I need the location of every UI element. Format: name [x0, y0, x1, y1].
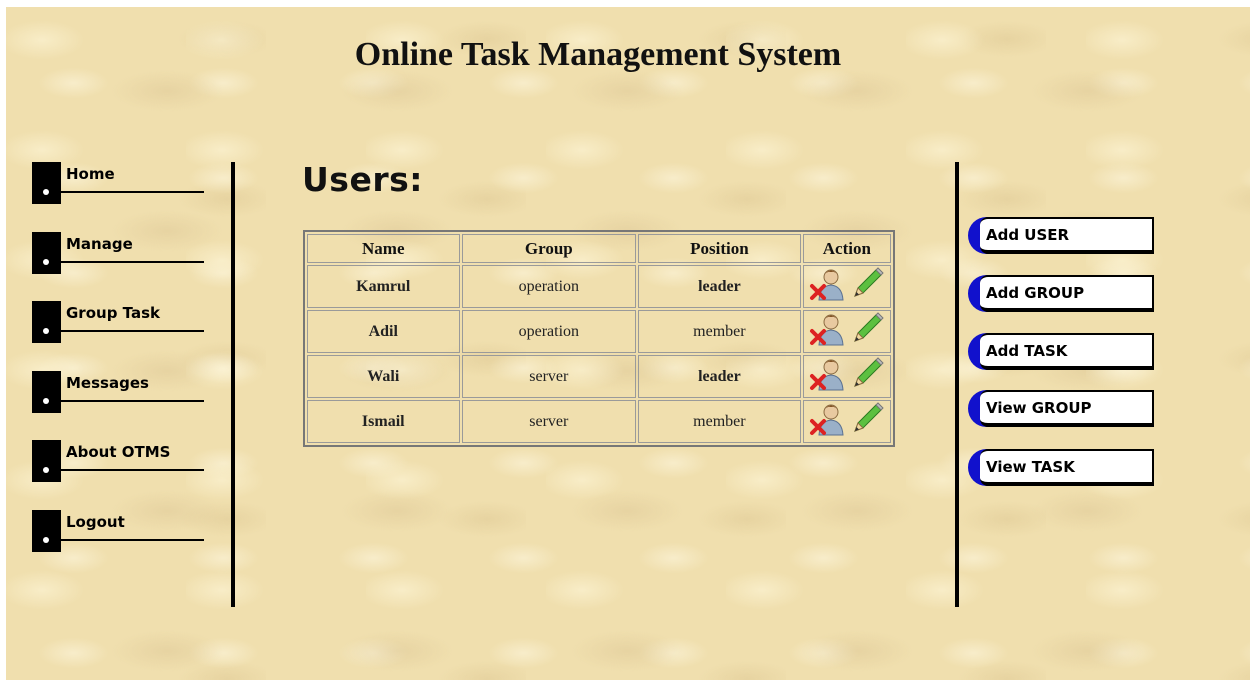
- user-name: Kamrul: [307, 265, 460, 308]
- button-label[interactable]: View TASK: [986, 458, 1075, 476]
- button-label[interactable]: Add TASK: [986, 342, 1067, 360]
- delete-user-icon[interactable]: [809, 401, 845, 437]
- nav-label[interactable]: Messages: [66, 374, 149, 392]
- nav-item-about[interactable]: About OTMS: [32, 440, 204, 482]
- add-task-button[interactable]: Add TASK: [968, 333, 1156, 370]
- user-actions: [802, 265, 891, 308]
- user-name: Adil: [307, 310, 460, 353]
- column-header-action: Action: [802, 234, 891, 263]
- view-group-button[interactable]: View GROUP: [968, 390, 1156, 427]
- nav-underline: [46, 191, 204, 193]
- nav-dot: [43, 467, 49, 473]
- user-position: leader: [638, 265, 801, 308]
- left-divider: [231, 162, 235, 607]
- nav-label[interactable]: About OTMS: [66, 443, 170, 461]
- nav-marker: [32, 371, 61, 413]
- user-position: member: [638, 310, 801, 353]
- right-divider: [955, 162, 959, 607]
- nav-item-manage[interactable]: Manage: [32, 232, 204, 274]
- nav-marker: [32, 162, 61, 204]
- nav-item-home[interactable]: Home: [32, 162, 204, 204]
- nav-dot: [43, 259, 49, 265]
- nav-item-logout[interactable]: Logout: [32, 510, 204, 552]
- table-row: Kamrul operation leader: [307, 265, 891, 308]
- user-group: server: [461, 400, 637, 443]
- view-task-button[interactable]: View TASK: [968, 449, 1156, 486]
- user-position: member: [638, 400, 801, 443]
- user-group: server: [461, 355, 637, 398]
- nav-item-messages[interactable]: Messages: [32, 371, 204, 413]
- delete-user-icon[interactable]: [809, 266, 845, 302]
- nav-item-group-task[interactable]: Group Task: [32, 301, 204, 343]
- column-header-name: Name: [307, 234, 460, 263]
- nav-label[interactable]: Manage: [66, 235, 133, 253]
- nav-label[interactable]: Home: [66, 165, 115, 183]
- nav-marker: [32, 232, 61, 274]
- users-table: Name Group Position Action Kamrul operat…: [303, 230, 895, 447]
- user-name: Ismail: [307, 400, 460, 443]
- nav-underline: [46, 330, 204, 332]
- user-actions: [802, 400, 891, 443]
- nav-underline: [46, 469, 204, 471]
- table-row: Ismail server member: [307, 400, 891, 443]
- user-group: operation: [461, 265, 637, 308]
- nav-dot: [43, 189, 49, 195]
- column-header-position: Position: [638, 234, 801, 263]
- edit-pencil-icon[interactable]: [849, 266, 885, 302]
- nav-underline: [46, 261, 204, 263]
- nav-label[interactable]: Group Task: [66, 304, 160, 322]
- user-name: Wali: [307, 355, 460, 398]
- edit-pencil-icon[interactable]: [849, 356, 885, 392]
- user-group: operation: [461, 310, 637, 353]
- column-header-group: Group: [461, 234, 637, 263]
- nav-marker: [32, 510, 61, 552]
- button-label[interactable]: Add GROUP: [986, 284, 1084, 302]
- nav-dot: [43, 398, 49, 404]
- nav-underline: [46, 539, 204, 541]
- table-row: Adil operation member: [307, 310, 891, 353]
- add-group-button[interactable]: Add GROUP: [968, 275, 1156, 312]
- nav-marker: [32, 301, 61, 343]
- user-position: leader: [638, 355, 801, 398]
- table-header-row: Name Group Position Action: [307, 234, 891, 263]
- nav-dot: [43, 537, 49, 543]
- nav-dot: [43, 328, 49, 334]
- nav-label[interactable]: Logout: [66, 513, 125, 531]
- nav-marker: [32, 440, 61, 482]
- table-row: Wali server leader: [307, 355, 891, 398]
- edit-pencil-icon[interactable]: [849, 401, 885, 437]
- button-label[interactable]: Add USER: [986, 226, 1069, 244]
- delete-user-icon[interactable]: [809, 311, 845, 347]
- nav-underline: [46, 400, 204, 402]
- add-user-button[interactable]: Add USER: [968, 217, 1156, 254]
- section-heading: Users:: [302, 160, 423, 199]
- button-label[interactable]: View GROUP: [986, 399, 1092, 417]
- delete-user-icon[interactable]: [809, 356, 845, 392]
- page-title: Online Task Management System: [354, 36, 842, 73]
- user-actions: [802, 355, 891, 398]
- edit-pencil-icon[interactable]: [849, 311, 885, 347]
- user-actions: [802, 310, 891, 353]
